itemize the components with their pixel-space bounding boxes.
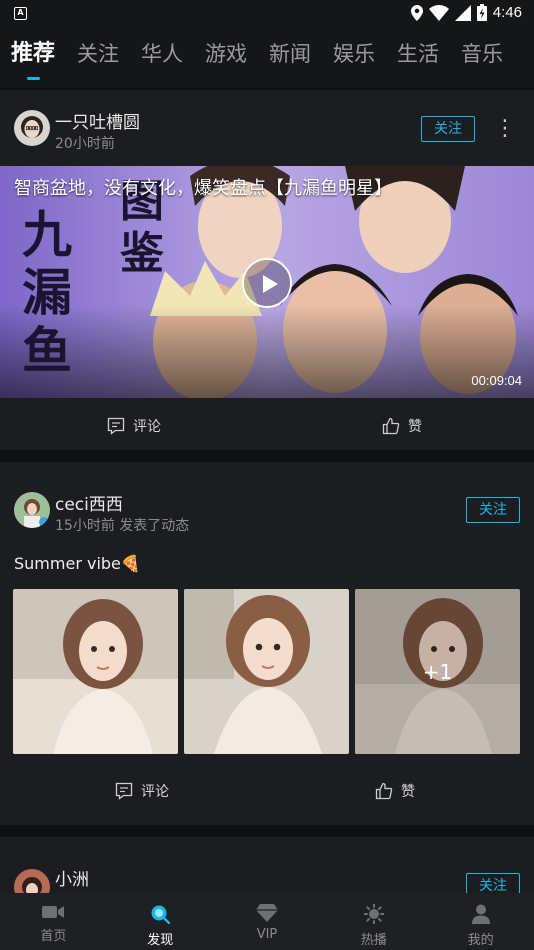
sun-icon (363, 904, 384, 924)
avatar[interactable] (14, 492, 50, 528)
tab-chinese[interactable]: 华人 (141, 28, 183, 80)
video-overlay-title: 九 漏 鱼 (22, 205, 72, 380)
video-duration: 00:09:04 (471, 373, 522, 388)
app-notification-icon: A (14, 7, 27, 20)
avatar[interactable] (14, 869, 50, 893)
comment-icon (107, 417, 125, 435)
status-bar: A 4:46 (0, 0, 534, 28)
post-photo[interactable] (13, 589, 178, 754)
author-name[interactable]: 小洲 (55, 865, 89, 890)
thumbs-up-icon (382, 417, 400, 435)
follow-button[interactable]: 关注 (421, 116, 475, 142)
follow-button[interactable]: 关注 (466, 497, 520, 523)
comment-button[interactable]: 评论 (115, 767, 169, 815)
comment-icon (115, 782, 133, 800)
avatar[interactable] (14, 110, 50, 146)
more-options-icon[interactable]: ⋮ (494, 114, 516, 144)
tab-following[interactable]: 关注 (77, 28, 119, 80)
nav-trending[interactable]: 热播 (320, 893, 427, 950)
photo-post-card: ceci西西 15小时前 发表了动态 关注 Summer vibe🍕 +1 评论… (0, 462, 534, 825)
tab-music[interactable]: 音乐 (461, 28, 503, 80)
follow-button[interactable]: 关注 (466, 873, 520, 893)
like-button[interactable]: 赞 (375, 767, 415, 815)
discover-search-icon (151, 905, 171, 924)
post-photo[interactable] (184, 589, 349, 754)
post-photo[interactable]: +1 (355, 589, 520, 754)
video-title: 智商盆地，没有文化，爆笑盘点【九漏鱼明星】 (14, 178, 392, 199)
like-button[interactable]: 赞 (382, 402, 422, 450)
nav-vip[interactable]: VIP (214, 893, 321, 950)
author-name[interactable]: ceci西西 (55, 490, 123, 515)
video-camera-icon (42, 906, 65, 918)
tab-games[interactable]: 游戏 (205, 28, 247, 80)
tab-recommend[interactable]: 推荐 (11, 28, 55, 80)
more-photos-count: +1 (355, 589, 520, 754)
signal-icon (454, 4, 471, 21)
video-thumbnail[interactable]: 九 漏 鱼 图 鉴 智商盆地，没有文化，爆笑盘点【九漏鱼明星】 00:09:04 (0, 166, 534, 398)
person-icon (471, 904, 490, 924)
bottom-navigation: 首页 发现 VIP 热播 我的 (0, 893, 534, 950)
comment-button[interactable]: 评论 (107, 402, 161, 450)
active-tab-indicator (27, 77, 40, 80)
post-time: 20小时前 (55, 136, 115, 152)
tab-news[interactable]: 新闻 (269, 28, 311, 80)
nav-discover[interactable]: 发现 (107, 893, 214, 950)
author-name[interactable]: 一只吐槽圆 (55, 108, 140, 133)
nav-profile[interactable]: 我的 (427, 893, 534, 950)
tab-life[interactable]: 生活 (397, 28, 439, 80)
thumbs-up-icon (375, 782, 393, 800)
post-text: Summer vibe🍕 (14, 554, 141, 573)
tab-entertainment[interactable]: 娱乐 (333, 28, 375, 80)
feed[interactable]: 一只吐槽圆 20小时前 关注 ⋮ 九 漏 鱼 图 鉴 智商盆地，没有文化，爆笑盘… (0, 88, 534, 893)
location-icon (410, 4, 423, 21)
post-card: 小洲 关注 (0, 837, 534, 893)
post-actions: 评论 赞 (0, 767, 534, 815)
status-time: 4:46 (492, 4, 522, 21)
post-meta: 15小时前 发表了动态 (55, 518, 190, 534)
post-actions: 评论 赞 (0, 402, 534, 450)
nav-home[interactable]: 首页 (0, 893, 107, 950)
wifi-icon (428, 4, 449, 21)
diamond-icon (255, 904, 278, 922)
battery-icon (476, 4, 487, 21)
category-tabs: 推荐 关注 华人 游戏 新闻 娱乐 生活 音乐 (0, 28, 534, 88)
video-post-card: 一只吐槽圆 20小时前 关注 ⋮ 九 漏 鱼 图 鉴 智商盆地，没有文化，爆笑盘… (0, 90, 534, 450)
play-icon[interactable] (242, 258, 292, 308)
